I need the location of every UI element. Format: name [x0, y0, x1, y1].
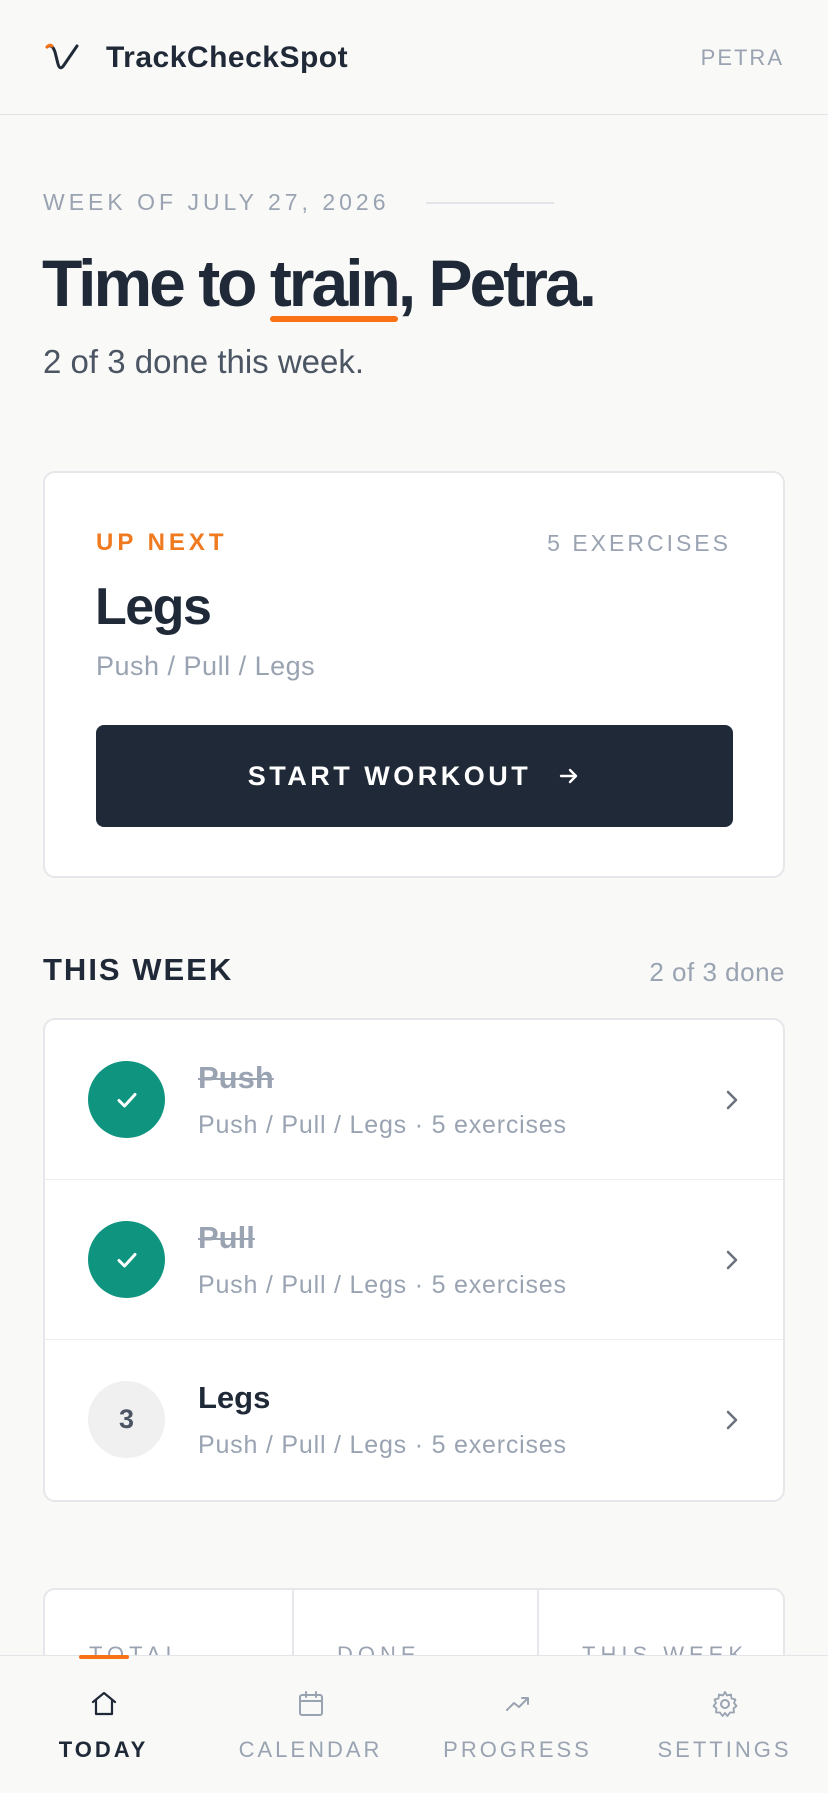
- workout-detail: Push / Pull / Legs · 5 exercises: [198, 1431, 567, 1459]
- logo-icon: [45, 43, 79, 70]
- greeting-before: Time to: [42, 246, 270, 320]
- workout-name: Pull: [198, 1220, 255, 1255]
- this-week-title: THIS WEEK: [43, 952, 234, 987]
- workout-name: Legs: [198, 1380, 271, 1415]
- calendar-icon: [298, 1691, 323, 1716]
- completed-check: [88, 1221, 165, 1298]
- check-icon: [117, 1252, 136, 1267]
- week-progress-text: 2 of 3 done this week.: [43, 343, 365, 380]
- chevron-right-icon: [726, 1090, 738, 1110]
- start-workout-button[interactable]: START WORKOUT: [96, 725, 733, 827]
- user-name[interactable]: PETRA: [701, 42, 784, 74]
- trending-up-icon: [505, 1697, 529, 1711]
- greeting-heading: Time to train, Petra.: [42, 240, 597, 326]
- greeting-highlight: train: [269, 240, 401, 326]
- tab-label: CALENDAR: [238, 1737, 383, 1762]
- workout-name: Push: [198, 1060, 274, 1095]
- workout-row-legs[interactable]: 3 Legs Push / Pull / Legs · 5 exercises: [45, 1340, 783, 1500]
- workout-row-push[interactable]: Push Push / Pull / Legs · 5 exercises: [45, 1020, 783, 1180]
- bottom-tab-bar: TODAY CALENDAR PROGRESS SETTINGS: [0, 1655, 828, 1792]
- this-week-count: 2 of 3 done: [649, 957, 785, 987]
- arrow-right-icon: [560, 768, 578, 784]
- tab-label: TODAY: [58, 1737, 149, 1762]
- workout-number-badge: 3: [88, 1381, 165, 1458]
- exercise-count: 5 EXERCISES: [547, 530, 731, 556]
- greeting-after: , Petra.: [397, 246, 597, 320]
- up-next-card: UP NEXT 5 EXERCISES Legs Push / Pull / L…: [43, 471, 785, 878]
- workout-row-pull[interactable]: Pull Push / Pull / Legs · 5 exercises: [45, 1180, 783, 1340]
- tab-today[interactable]: TODAY: [0, 1656, 207, 1793]
- chevron-right-icon: [726, 1250, 738, 1270]
- tab-calendar[interactable]: CALENDAR: [207, 1656, 414, 1793]
- app-name: TrackCheckSpot: [106, 41, 349, 74]
- up-next-label: UP NEXT: [96, 529, 228, 556]
- week-workout-list: Push Push / Pull / Legs · 5 exercises Pu…: [43, 1018, 785, 1502]
- chevron-right-icon: [726, 1410, 738, 1430]
- start-workout-label: START WORKOUT: [247, 760, 532, 791]
- week-label: WEEK OF JULY 27, 2026: [43, 189, 390, 215]
- next-workout-name: Legs: [95, 578, 212, 636]
- workout-detail: Push / Pull / Legs · 5 exercises: [198, 1271, 567, 1299]
- app-header: TrackCheckSpot PETRA: [0, 0, 828, 115]
- gear-icon: [712, 1691, 737, 1717]
- check-icon: [117, 1092, 136, 1107]
- home-icon: [91, 1691, 116, 1716]
- next-workout-program: Push / Pull / Legs: [96, 651, 316, 681]
- tab-settings[interactable]: SETTINGS: [621, 1656, 828, 1793]
- tab-label: SETTINGS: [657, 1737, 792, 1762]
- tab-label: PROGRESS: [443, 1737, 592, 1762]
- divider: [426, 202, 554, 204]
- workout-detail: Push / Pull / Legs · 5 exercises: [198, 1111, 567, 1139]
- completed-check: [88, 1061, 165, 1138]
- tab-progress[interactable]: PROGRESS: [414, 1656, 621, 1793]
